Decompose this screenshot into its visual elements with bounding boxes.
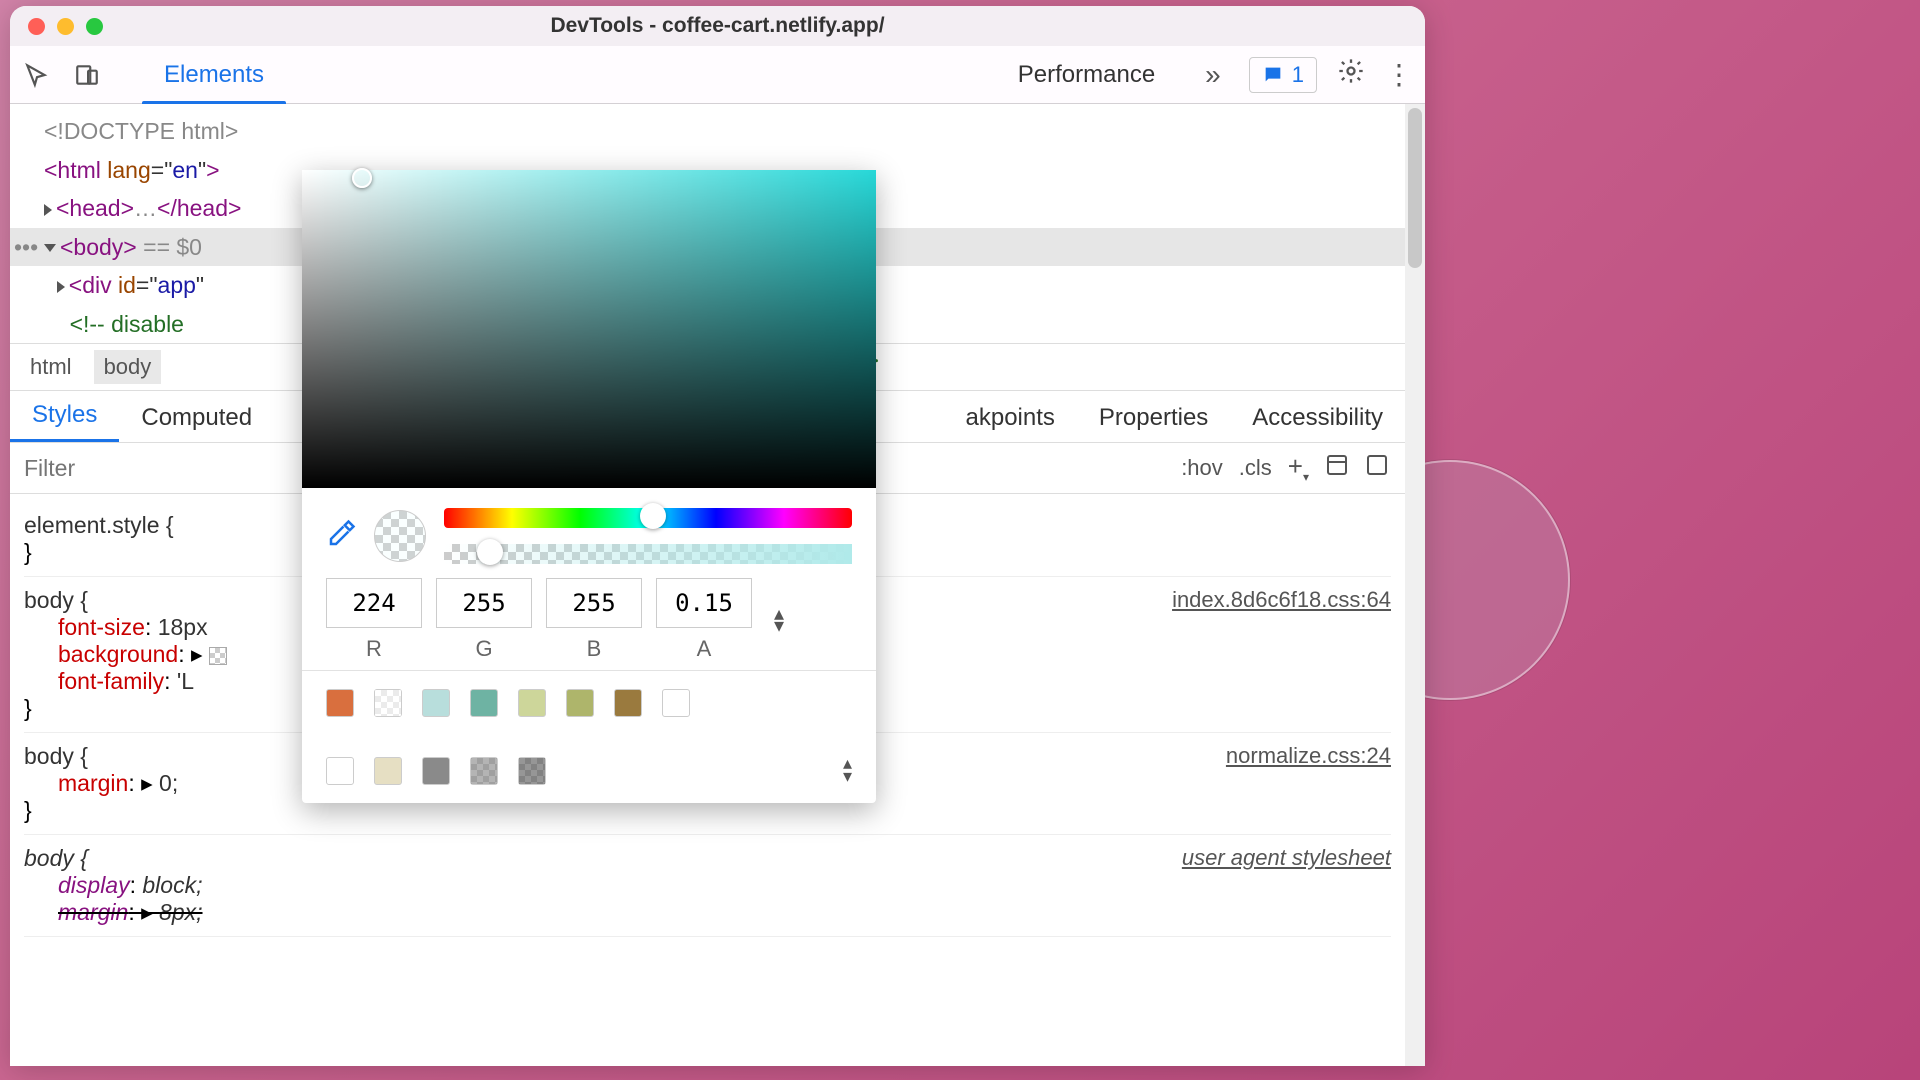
g-input[interactable] [436, 578, 532, 628]
palette-swatch[interactable] [614, 689, 642, 717]
subtab-breakpoints[interactable]: akpoints [944, 394, 1077, 442]
palette-swatch[interactable] [470, 757, 498, 785]
palette-swatch[interactable] [470, 689, 498, 717]
crumb-html[interactable]: html [20, 350, 82, 384]
rule-source[interactable]: index.8d6c6f18.css:64 [1172, 587, 1391, 613]
inspect-icon[interactable] [22, 60, 52, 90]
subtab-computed[interactable]: Computed [119, 394, 274, 442]
a-input[interactable] [656, 578, 752, 628]
palette-swatch[interactable] [566, 689, 594, 717]
window-controls [28, 18, 103, 35]
g-label: G [436, 636, 532, 662]
alpha-handle[interactable] [477, 539, 503, 565]
hov-toggle[interactable]: :hov [1181, 455, 1223, 481]
palette-swatch[interactable] [326, 689, 354, 717]
zoom-window[interactable] [86, 18, 103, 35]
issues-count: 1 [1292, 62, 1304, 88]
palette-swatch[interactable] [422, 689, 450, 717]
palette-swatch[interactable] [518, 689, 546, 717]
rule-source[interactable]: user agent stylesheet [1182, 845, 1391, 871]
panel-tabs: Elements [142, 46, 286, 103]
settings-icon[interactable] [1337, 57, 1365, 92]
palette-switch-icon[interactable]: ▴▾ [843, 757, 852, 782]
format-switch-icon[interactable]: ▴▾ [774, 608, 784, 632]
device-toggle-icon[interactable] [72, 60, 102, 90]
hue-handle[interactable] [640, 503, 666, 529]
scrollbar[interactable] [1405, 104, 1425, 1066]
palette-swatches: ▴▾ [302, 670, 876, 803]
tab-performance[interactable]: Performance [996, 46, 1177, 103]
palette-swatch[interactable] [374, 689, 402, 717]
sv-handle[interactable] [352, 168, 372, 188]
palette-swatch[interactable] [518, 757, 546, 785]
crumb-body[interactable]: body [94, 350, 162, 384]
b-label: B [546, 636, 642, 662]
r-label: R [326, 636, 422, 662]
computed-toggle-icon[interactable] [1325, 453, 1349, 483]
a-label: A [656, 636, 752, 662]
alpha-slider[interactable] [444, 544, 852, 564]
new-rule-icon[interactable]: +▾ [1288, 451, 1309, 484]
palette-swatch[interactable] [374, 757, 402, 785]
palette-swatch[interactable] [422, 757, 450, 785]
more-tabs-icon[interactable]: » [1197, 59, 1229, 91]
cls-toggle[interactable]: .cls [1239, 455, 1272, 481]
titlebar: DevTools - coffee-cart.netlify.app/ [10, 6, 1425, 46]
close-window[interactable] [28, 18, 45, 35]
palette-swatch[interactable] [662, 689, 690, 717]
hue-slider[interactable] [444, 508, 852, 528]
b-input[interactable] [546, 578, 642, 628]
kebab-menu-icon[interactable]: ⋮ [1385, 58, 1413, 91]
current-color-swatch [374, 510, 426, 562]
rule-source[interactable]: normalize.css:24 [1226, 743, 1391, 769]
rendering-icon[interactable] [1365, 453, 1389, 483]
devtools-window: DevTools - coffee-cart.netlify.app/ Elem… [10, 6, 1425, 1066]
color-picker: R G B A ▴▾ ▴▾ [302, 170, 876, 803]
minimize-window[interactable] [57, 18, 74, 35]
scroll-thumb[interactable] [1408, 108, 1422, 268]
main-toolbar: Elements Performance » 1 ⋮ [10, 46, 1425, 104]
css-rule[interactable]: body {user agent stylesheetdisplay: bloc… [24, 835, 1391, 937]
subtab-styles[interactable]: Styles [10, 391, 119, 442]
r-input[interactable] [326, 578, 422, 628]
issues-badge[interactable]: 1 [1249, 57, 1317, 93]
subtab-properties[interactable]: Properties [1077, 394, 1230, 442]
palette-swatch[interactable] [326, 757, 354, 785]
window-title: DevTools - coffee-cart.netlify.app/ [10, 14, 1425, 38]
eyedropper-icon[interactable] [326, 519, 356, 554]
tab-elements[interactable]: Elements [142, 46, 286, 103]
saturation-value-field[interactable] [302, 170, 876, 488]
subtab-accessibility[interactable]: Accessibility [1230, 394, 1405, 442]
dom-line[interactable]: <!DOCTYPE html> [10, 112, 1405, 151]
